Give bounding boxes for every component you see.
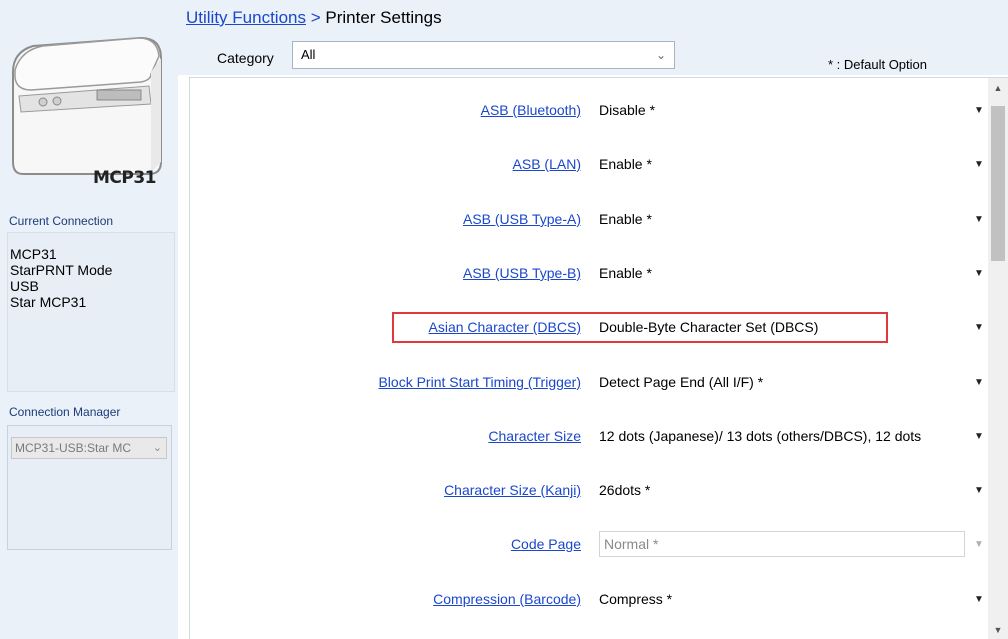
setting-value-select[interactable]: Compress * — [599, 591, 971, 607]
breadcrumb: Utility Functions > Printer Settings — [186, 8, 442, 28]
setting-value-select: Normal * — [599, 531, 965, 557]
dropdown-arrow-icon[interactable]: ▼ — [972, 267, 986, 281]
dropdown-arrow-icon[interactable]: ▼ — [972, 321, 986, 335]
setting-label-link[interactable]: Character Size (Kanji) — [444, 482, 581, 498]
setting-value-select[interactable]: Enable * — [599, 211, 971, 227]
current-connection-panel: MCP31 StarPRNT Mode USB Star MCP31 — [7, 232, 175, 392]
setting-value-select[interactable]: Disable * — [599, 102, 971, 118]
connection-line: StarPRNT Mode — [10, 262, 113, 278]
dropdown-arrow-icon: ▼ — [974, 539, 984, 550]
dropdown-arrow-icon[interactable]: ▼ — [972, 158, 986, 172]
setting-value-select[interactable]: 26dots * — [599, 482, 971, 498]
setting-row: Character Size (Kanji) 26dots * ▼ — [190, 476, 990, 504]
scroll-down-arrow-icon[interactable]: ▼ — [988, 622, 1008, 639]
setting-value-select[interactable]: Enable * — [599, 156, 971, 172]
connection-line: Star MCP31 — [10, 294, 87, 310]
header: Utility Functions > Printer Settings Cat… — [178, 0, 1008, 75]
printer-icon — [12, 36, 162, 175]
default-option-note: * : Default Option — [828, 57, 927, 72]
setting-value-select[interactable]: Double-Byte Character Set (DBCS) — [599, 319, 971, 335]
setting-row: ASB (Bluetooth) Disable * ▼ — [190, 96, 990, 124]
settings-list: ASB (Bluetooth) Disable * ▼ ASB (LAN) Enable… — [189, 77, 1008, 639]
vertical-scrollbar[interactable]: ▲ ▼ — [988, 78, 1008, 639]
connection-line: MCP31 — [10, 246, 57, 262]
category-select[interactable]: All ⌄ — [292, 41, 675, 69]
category-value: All — [301, 47, 316, 62]
connection-manager-panel: MCP31-USB:Star MC ⌄ — [7, 425, 172, 550]
setting-row: Block Print Start Timing (Trigger) Detect… — [190, 368, 990, 396]
category-label: Category — [217, 50, 274, 66]
connection-manager-select[interactable]: MCP31-USB:Star MC ⌄ — [11, 437, 167, 459]
dropdown-arrow-icon[interactable]: ▼ — [972, 213, 986, 227]
setting-label-link[interactable]: ASB (USB Type-B) — [463, 265, 581, 281]
sidebar: MCP31 Current Connection MCP31 StarPRNT … — [0, 0, 178, 639]
printer-model-label: MCP31 — [93, 168, 157, 188]
setting-label-link[interactable]: Code Page — [511, 536, 581, 552]
setting-value-select[interactable]: Enable * — [599, 265, 971, 281]
printer-image: MCP31 — [1, 12, 173, 188]
setting-label-link[interactable]: Block Print Start Timing (Trigger) — [378, 374, 581, 390]
dropdown-arrow-icon[interactable]: ▼ — [972, 376, 986, 390]
breadcrumb-current: Printer Settings — [325, 8, 442, 27]
setting-label-link[interactable]: ASB (Bluetooth) — [481, 102, 581, 118]
setting-row: Compression (Barcode) Compress * ▼ — [190, 585, 990, 613]
setting-value-select[interactable]: 12 dots (Japanese)/ 13 dots (others/DBCS… — [599, 428, 971, 444]
connection-manager-value: MCP31-USB:Star MC — [15, 441, 132, 455]
dropdown-arrow-icon[interactable]: ▼ — [972, 430, 986, 444]
scroll-up-arrow-icon[interactable]: ▲ — [988, 78, 1008, 96]
breadcrumb-utility-functions-link[interactable]: Utility Functions — [186, 8, 306, 27]
setting-row: Asian Character (DBCS) Double-Byte Charac… — [190, 313, 990, 341]
setting-label-link[interactable]: Compression (Barcode) — [433, 591, 581, 607]
setting-row: ASB (USB Type-A) Enable * ▼ — [190, 205, 990, 233]
scroll-thumb[interactable] — [991, 106, 1005, 261]
setting-label-link[interactable]: ASB (LAN) — [513, 156, 581, 172]
chevron-down-icon: ⌄ — [655, 48, 666, 62]
chevron-down-icon: ⌄ — [152, 442, 162, 454]
setting-row: ASB (LAN) Enable * ▼ — [190, 150, 990, 178]
dropdown-arrow-icon[interactable]: ▼ — [972, 484, 986, 498]
current-connection-heading: Current Connection — [9, 214, 114, 228]
setting-row: Code Page Normal * ▼ — [190, 530, 990, 558]
connection-manager-heading: Connection Manager — [9, 405, 121, 419]
setting-row: ASB (USB Type-B) Enable * ▼ — [190, 259, 990, 287]
setting-label-link[interactable]: ASB (USB Type-A) — [463, 211, 581, 227]
setting-label-link[interactable]: Character Size — [488, 428, 581, 444]
breadcrumb-separator: > — [305, 8, 326, 27]
dropdown-arrow-icon[interactable]: ▼ — [972, 104, 986, 118]
setting-value-select[interactable]: Detect Page End (All I/F) * — [599, 374, 971, 390]
setting-row: Character Size 12 dots (Japanese)/ 13 dot… — [190, 422, 990, 450]
setting-label-link[interactable]: Asian Character (DBCS) — [429, 319, 582, 335]
connection-line: USB — [10, 278, 39, 294]
dropdown-arrow-icon[interactable]: ▼ — [972, 593, 986, 607]
